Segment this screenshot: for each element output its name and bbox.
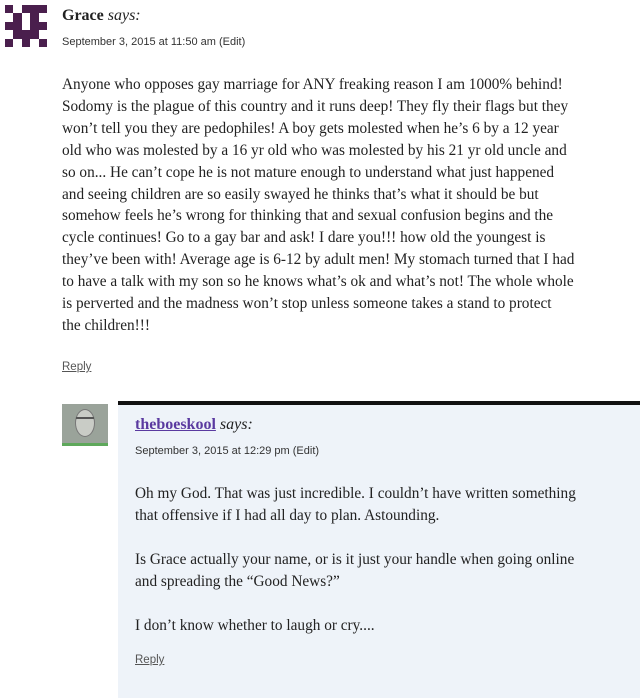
user-photo-avatar xyxy=(62,404,108,446)
reply-line: and spreading the “Good News?” xyxy=(135,573,340,590)
reply-body: Oh my God. That was just incredible. I c… xyxy=(135,483,635,637)
reply-timestamp[interactable]: September 3, 2015 at 12:29 pm (Edit) xyxy=(135,445,319,457)
reply-line: Oh my God. That was just incredible. I c… xyxy=(135,485,576,502)
comment-line: won’t tell you they are pedophiles! A bo… xyxy=(62,119,559,137)
comment-line: is perverted and the madness won’t stop … xyxy=(62,295,552,313)
says-label: says: xyxy=(219,416,253,433)
comment-line: somehow feels he’s wrong for thinking th… xyxy=(62,207,554,225)
reply-line: Is Grace actually your name, or is it ju… xyxy=(135,551,575,568)
reply-author-line: theboeskool says: xyxy=(135,416,253,434)
comment-line: they’ve been with! Average age is 6-12 b… xyxy=(62,251,575,269)
comment-author: Grace xyxy=(62,7,104,24)
reply-author-link[interactable]: theboeskool xyxy=(135,416,216,433)
comment-author-line: Grace says: xyxy=(62,7,141,25)
comment-timestamp[interactable]: September 3, 2015 at 11:50 am (Edit) xyxy=(62,36,245,48)
comment-line: old who was molested by a 16 yr old who … xyxy=(62,141,567,159)
says-label: says: xyxy=(107,7,141,24)
comment-body: Anyone who opposes gay marriage for ANY … xyxy=(62,74,636,337)
reply-button[interactable]: Reply xyxy=(135,654,164,666)
reply-button[interactable]: Reply xyxy=(62,361,91,373)
avatar-face xyxy=(75,409,95,437)
reply-line: that offensive if I had all day to plan.… xyxy=(135,507,440,524)
comment-line: to have a talk with my son so he knows w… xyxy=(62,273,574,291)
comment-line: the children!!! xyxy=(62,316,150,334)
comment-line: so on... He can’t cope he is not mature … xyxy=(62,163,555,181)
reply-line: I don’t know whether to laugh or cry.... xyxy=(135,617,375,634)
identicon-avatar-icon xyxy=(5,5,47,47)
comment-line: Anyone who opposes gay marriage for ANY … xyxy=(62,76,563,93)
comment-line: and seeing children are so easily swayed… xyxy=(62,185,539,203)
comment-line: Sodomy is the plague of this country and… xyxy=(62,97,569,115)
avatar-glasses xyxy=(76,417,94,422)
comment-line: cycle continues! Go to a gay bar and ask… xyxy=(62,229,546,247)
